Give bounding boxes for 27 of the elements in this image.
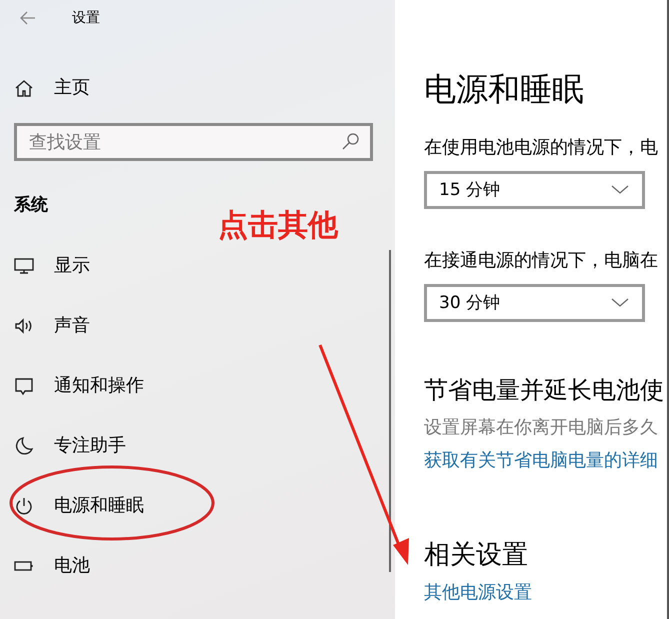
help-link[interactable]: 获取有关节省电脑电量的详细 bbox=[424, 447, 658, 474]
section-heading: 系统 bbox=[14, 194, 49, 217]
sidebar-item[interactable]: 通知和操作 bbox=[54, 372, 144, 399]
window-title: 设置 bbox=[72, 8, 100, 28]
settings-link[interactable]: 其他电源设置 bbox=[424, 579, 532, 606]
sidebar-item[interactable]: 显示 bbox=[54, 252, 90, 279]
sidebar-item[interactable]: 声音 bbox=[54, 312, 90, 339]
search-icon bbox=[341, 132, 361, 152]
setting-label: 在使用电池电源的情况下，电 bbox=[424, 136, 659, 160]
search-field[interactable]: 查找设置 bbox=[14, 123, 373, 161]
home-link[interactable]: 主页 bbox=[54, 74, 90, 101]
dropdown[interactable]: 15 分钟 bbox=[424, 171, 645, 210]
sidebar-item[interactable]: 电源和睡眠 bbox=[54, 492, 144, 519]
sidebar-item[interactable]: 电池 bbox=[54, 552, 90, 579]
moon-icon bbox=[14, 436, 34, 456]
home-icon bbox=[14, 78, 34, 98]
setting-label: 在接通电源的情况下，电脑在 bbox=[424, 249, 659, 274]
power-icon bbox=[14, 496, 34, 516]
display-icon bbox=[14, 256, 34, 276]
page-title: 电源和睡眠 bbox=[424, 70, 585, 108]
message-icon bbox=[14, 376, 34, 396]
description-text: 设置屏幕在你离开电脑后多久 bbox=[424, 416, 659, 440]
sidebar-item[interactable]: 专注助手 bbox=[54, 432, 126, 459]
section-heading: 节省电量并延长电池使 bbox=[424, 375, 665, 406]
annotation-text: 点击其他 bbox=[218, 207, 338, 245]
dropdown[interactable]: 30 分钟 bbox=[424, 284, 645, 322]
section-heading: 相关设置 bbox=[424, 539, 529, 572]
